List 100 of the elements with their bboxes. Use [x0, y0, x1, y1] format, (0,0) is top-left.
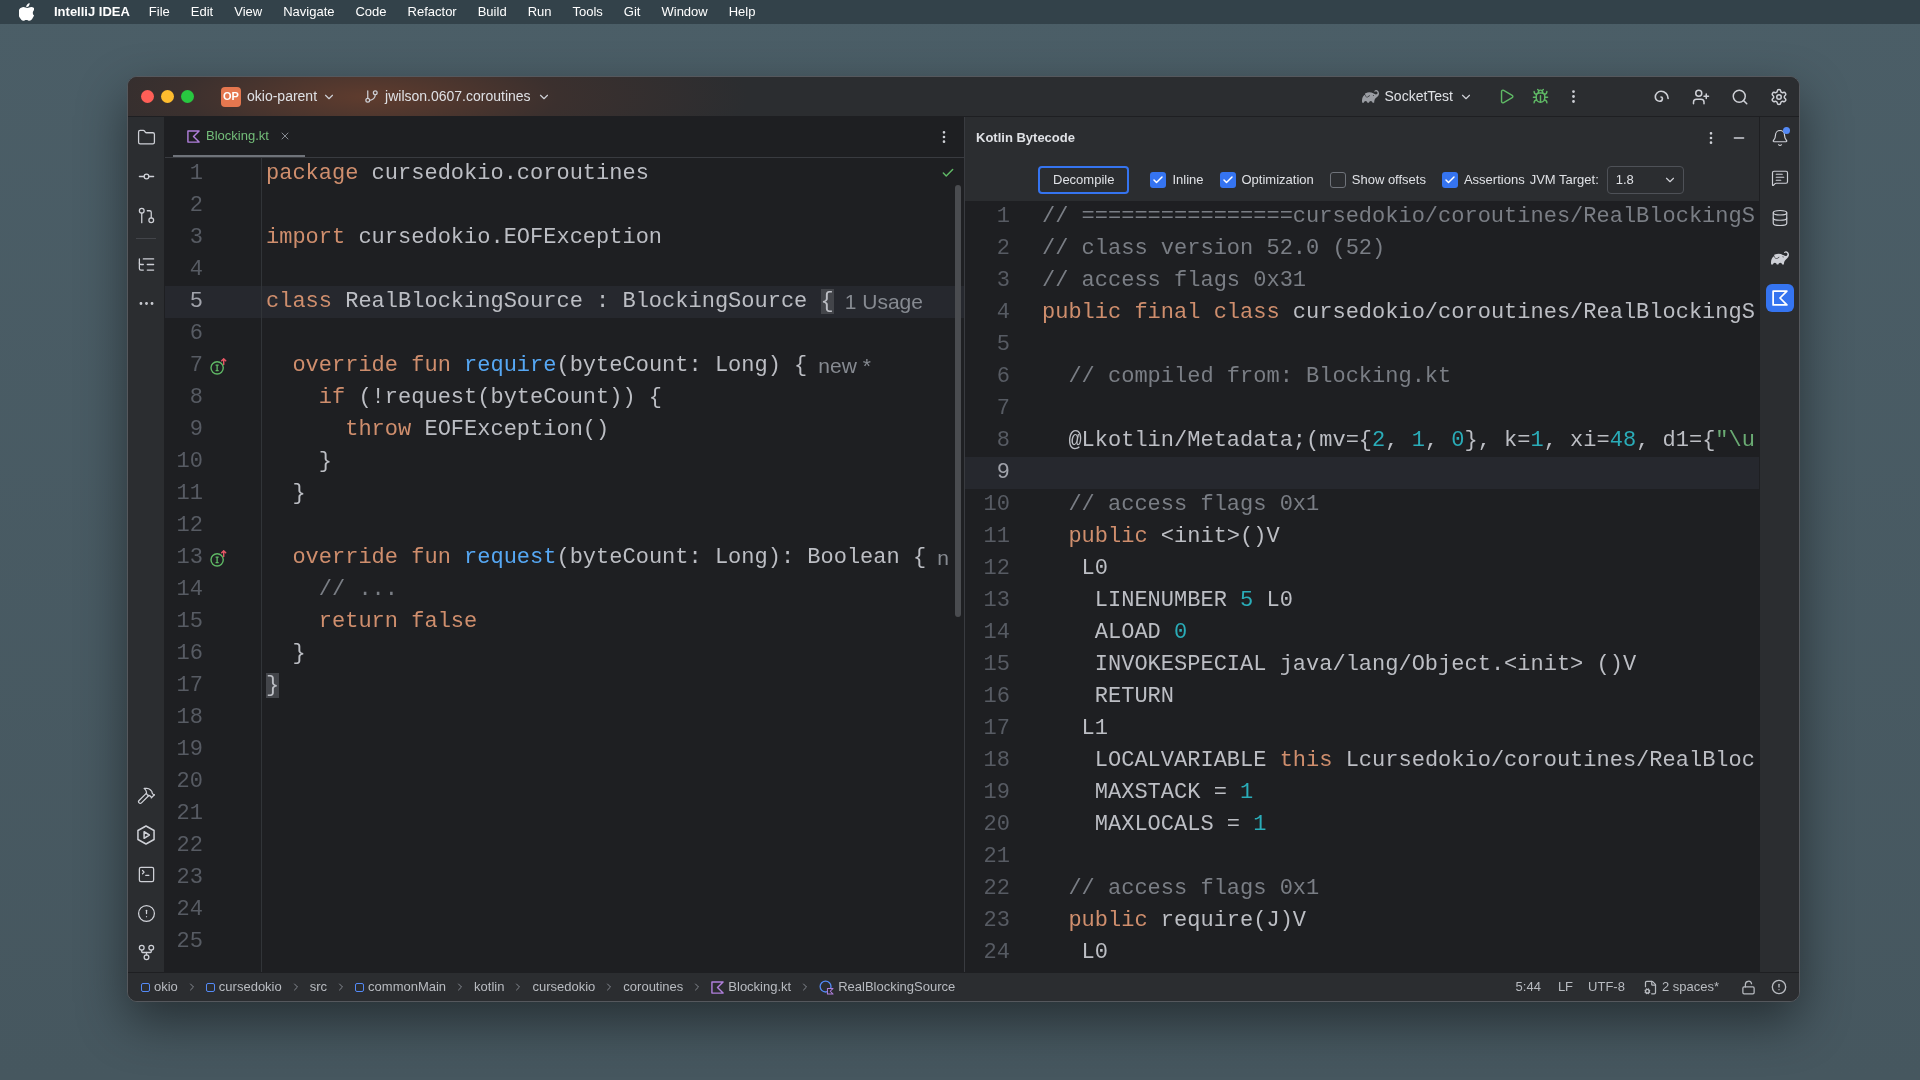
structure-icon[interactable]: [136, 255, 156, 274]
checkbox-label[interactable]: Inline: [1172, 169, 1204, 190]
window-close-button[interactable]: [141, 90, 154, 103]
line-number: 21: [983, 844, 1010, 869]
file-type-icon[interactable]: [1771, 290, 1788, 306]
menu-item[interactable]: File: [148, 2, 170, 22]
lock-open-icon[interactable]: [1741, 979, 1756, 995]
line-number: 16: [983, 684, 1010, 709]
project-selector[interactable]: okio-parent: [247, 86, 337, 107]
project-badge: OP: [221, 86, 241, 107]
database-icon[interactable]: [1770, 209, 1789, 227]
folder-icon[interactable]: [136, 128, 156, 147]
module-icon: [205, 982, 215, 992]
decompile-button[interactable]: Decompile: [1038, 165, 1130, 194]
checkbox[interactable]: [1219, 171, 1236, 188]
menu-item[interactable]: View: [234, 2, 263, 22]
add-user-icon[interactable]: [1692, 87, 1710, 106]
implement-marker-icon[interactable]: [209, 549, 227, 567]
line-number: 3: [996, 268, 1010, 293]
menu-item[interactable]: Build: [477, 2, 507, 22]
window-minimize-button[interactable]: [161, 90, 174, 103]
git-fork-icon[interactable]: [136, 943, 156, 962]
line-number: 24: [176, 897, 203, 922]
line-separator[interactable]: LF: [1557, 977, 1574, 997]
menu-item[interactable]: Run: [527, 2, 552, 22]
code-line: @Lkotlin/Metadata;(mv={2, 1, 0}, k=1, xi=48, d1={"\u: [1068, 428, 1755, 454]
line-number: 6: [996, 364, 1010, 389]
breadcrumb-item[interactable]: cursedokio: [532, 977, 596, 997]
line-number: 5: [996, 332, 1010, 357]
code-line: public <init>()V: [1068, 524, 1280, 550]
menu-item[interactable]: Code: [355, 2, 387, 22]
jvm-target-dropdown[interactable]: 1.8: [1606, 165, 1684, 194]
tool-window-button[interactable]: [1765, 284, 1794, 312]
pull-request-icon[interactable]: [136, 206, 156, 225]
breadcrumb-item[interactable]: okio: [141, 977, 178, 997]
hammer-icon[interactable]: [136, 786, 156, 805]
breadcrumb-item[interactable]: src: [309, 977, 328, 997]
line-number: 2: [189, 193, 203, 218]
panel-title: Kotlin Bytecode: [976, 128, 1075, 147]
editor-tab[interactable]: Blocking.kt: [173, 117, 305, 157]
window-zoom-button[interactable]: [181, 90, 194, 103]
checkbox[interactable]: [1150, 171, 1167, 188]
debug-icon[interactable]: [1532, 88, 1549, 105]
code-line: if (!request(byteCount)) {: [318, 385, 663, 411]
run-icon[interactable]: [1498, 88, 1515, 105]
menu-item[interactable]: Help: [728, 2, 756, 22]
hexagon-play-icon[interactable]: [137, 825, 155, 845]
implement-marker-icon[interactable]: [209, 357, 227, 375]
breadcrumb-item[interactable]: commonMain: [355, 977, 447, 997]
line-number: 18: [983, 748, 1010, 773]
menu-item[interactable]: Window: [661, 2, 708, 22]
field-label: JVM Target:: [1529, 170, 1599, 189]
code-line: // ...: [318, 577, 399, 603]
breadcrumb-item[interactable]: coroutines: [623, 977, 684, 997]
breadcrumb-item[interactable]: cursedokio: [205, 977, 282, 997]
bell-icon[interactable]: [1770, 129, 1789, 147]
code-line: }: [292, 641, 306, 667]
alert-icon[interactable]: [136, 904, 156, 923]
checkbox-label[interactable]: Optimization: [1241, 169, 1314, 190]
indent-settings[interactable]: 2 spaces*: [1642, 977, 1719, 997]
breadcrumb-item[interactable]: Blocking.kt: [711, 977, 792, 997]
chat-icon[interactable]: [1770, 169, 1789, 187]
line-number: 20: [983, 812, 1010, 837]
module-icon: [141, 982, 150, 992]
alert-icon[interactable]: [1771, 979, 1787, 995]
inlay-hint[interactable]: n: [937, 545, 949, 571]
app-menu[interactable]: IntelliJ IDEA: [54, 2, 130, 22]
line-number: 18: [176, 705, 203, 730]
menu-item[interactable]: Edit: [190, 2, 214, 22]
terminal-icon[interactable]: [136, 865, 156, 884]
file-encoding[interactable]: UTF-8: [1588, 977, 1625, 997]
checkbox[interactable]: [1329, 171, 1346, 188]
menu-item[interactable]: Refactor: [407, 2, 457, 22]
menu-item[interactable]: Git: [623, 2, 641, 22]
elephant-icon[interactable]: [1770, 249, 1789, 267]
inlay-hint[interactable]: new *: [818, 353, 871, 379]
search-icon[interactable]: [1731, 87, 1749, 106]
line-number: 19: [176, 737, 203, 762]
run-configuration-selector[interactable]: SocketTest: [1361, 86, 1473, 107]
elephant-icon[interactable]: [1361, 88, 1379, 105]
check-icon: [941, 166, 955, 180]
menu-item[interactable]: Tools: [572, 2, 603, 22]
line-number: 12: [176, 513, 203, 538]
checkbox-label[interactable]: Assertions: [1463, 169, 1525, 190]
checkbox[interactable]: [1441, 171, 1458, 188]
menu-item[interactable]: Navigate: [283, 2, 335, 22]
breadcrumb-item[interactable]: RealBlockingSource: [819, 977, 956, 997]
breadcrumb-item[interactable]: kotlin: [474, 977, 505, 997]
caret-position[interactable]: 5:44: [1515, 977, 1541, 997]
git-branch-icon[interactable]: [364, 89, 380, 104]
settings-icon[interactable]: [1770, 87, 1788, 106]
scrollbar-thumb[interactable]: [955, 185, 961, 617]
code-line: LINENUMBER 5 L0: [1094, 588, 1293, 614]
checkbox-label[interactable]: Show offsets: [1351, 169, 1426, 190]
file-gear-icon[interactable]: [1642, 979, 1658, 995]
line-number: 15: [983, 652, 1010, 677]
apple-icon[interactable]: [19, 3, 34, 21]
inlay-hint[interactable]: 1 Usage: [844, 289, 923, 315]
file-type-icon: [711, 980, 725, 994]
branch-selector[interactable]: jwilson.0607.coroutines: [364, 86, 551, 107]
